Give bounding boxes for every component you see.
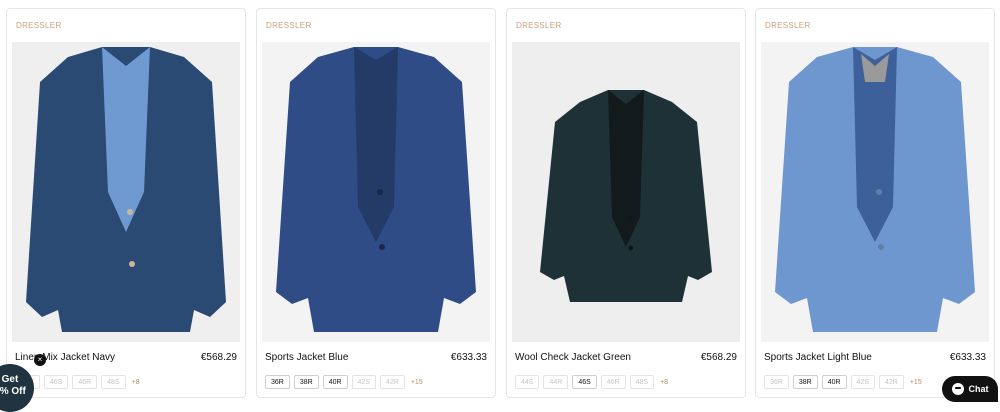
more-sizes-link[interactable]: +15 bbox=[411, 379, 423, 386]
size-option[interactable]: 46R bbox=[600, 375, 626, 389]
promo-line-2: 0% Off bbox=[0, 386, 26, 397]
product-image[interactable] bbox=[262, 42, 490, 342]
product-card[interactable]: DRESSLER Sports Jacket Blue €633.33 36R … bbox=[256, 8, 496, 398]
size-option[interactable]: 36R bbox=[265, 375, 290, 389]
chat-label: Chat bbox=[968, 384, 989, 394]
product-card[interactable]: DRESSLER Sports Jacket Light Blue €633.3… bbox=[755, 8, 995, 398]
size-option[interactable]: 44R bbox=[543, 375, 569, 389]
product-price: €633.33 bbox=[450, 352, 487, 363]
promo-line-1: Get bbox=[1, 374, 19, 385]
more-sizes-link[interactable]: +8 bbox=[660, 379, 668, 386]
size-options: 36R 38R 40R 42S 42R +15 bbox=[764, 375, 922, 389]
product-image[interactable] bbox=[12, 42, 240, 342]
size-option[interactable]: 42R bbox=[879, 375, 904, 389]
product-card[interactable]: DRESSLER Linen Mix Jacket Navy €568.29 4… bbox=[6, 8, 246, 398]
jacket-illustration bbox=[12, 42, 240, 342]
size-option[interactable]: 38R bbox=[792, 375, 818, 389]
jacket-illustration bbox=[262, 42, 490, 342]
size-options: 44S 44R 46S 46R 48S +8 bbox=[515, 375, 668, 389]
product-title[interactable]: Linen Mix Jacket Navy bbox=[15, 352, 115, 363]
size-option[interactable]: 48S bbox=[101, 375, 126, 389]
chat-button[interactable]: Chat bbox=[942, 376, 998, 402]
jacket-illustration bbox=[761, 42, 989, 342]
product-grid: DRESSLER Linen Mix Jacket Navy €568.29 4… bbox=[0, 0, 1000, 402]
size-option[interactable]: 40R bbox=[821, 375, 847, 389]
brand-label: DRESSLER bbox=[266, 21, 312, 30]
close-icon[interactable]: × bbox=[34, 354, 46, 366]
size-option[interactable]: 48S bbox=[629, 375, 655, 389]
product-image[interactable] bbox=[512, 42, 740, 342]
size-options: 36R 38R 40R 42S 42R +15 bbox=[265, 375, 423, 389]
product-title[interactable]: Sports Jacket Light Blue bbox=[764, 352, 872, 363]
product-price: €568.29 bbox=[700, 352, 737, 363]
size-option[interactable]: 42R bbox=[380, 375, 405, 389]
more-sizes-link[interactable]: +8 bbox=[132, 379, 140, 386]
size-option[interactable]: 46S bbox=[572, 375, 597, 389]
size-option[interactable]: 44S bbox=[515, 375, 540, 389]
product-price: €633.33 bbox=[949, 352, 986, 363]
size-option[interactable]: 38R bbox=[293, 375, 319, 389]
brand-label: DRESSLER bbox=[765, 21, 811, 30]
size-option[interactable]: 40R bbox=[322, 375, 348, 389]
brand-label: DRESSLER bbox=[16, 21, 62, 30]
product-title[interactable]: Sports Jacket Blue bbox=[265, 352, 348, 363]
product-title[interactable]: Wool Check Jacket Green bbox=[515, 352, 631, 363]
size-option[interactable]: 42S bbox=[351, 375, 376, 389]
product-image[interactable] bbox=[761, 42, 989, 342]
size-option[interactable]: 46S bbox=[43, 375, 69, 389]
more-sizes-link[interactable]: +15 bbox=[910, 379, 922, 386]
size-option[interactable]: 36R bbox=[764, 375, 789, 389]
product-card[interactable]: DRESSLER Wool Check Jacket Green €568.29… bbox=[506, 8, 746, 398]
jacket-illustration bbox=[512, 42, 740, 342]
brand-label: DRESSLER bbox=[516, 21, 562, 30]
chat-bubble-icon bbox=[951, 383, 964, 395]
size-option[interactable]: 46R bbox=[72, 375, 98, 389]
product-price: €568.29 bbox=[200, 352, 237, 363]
size-option[interactable]: 42S bbox=[850, 375, 875, 389]
